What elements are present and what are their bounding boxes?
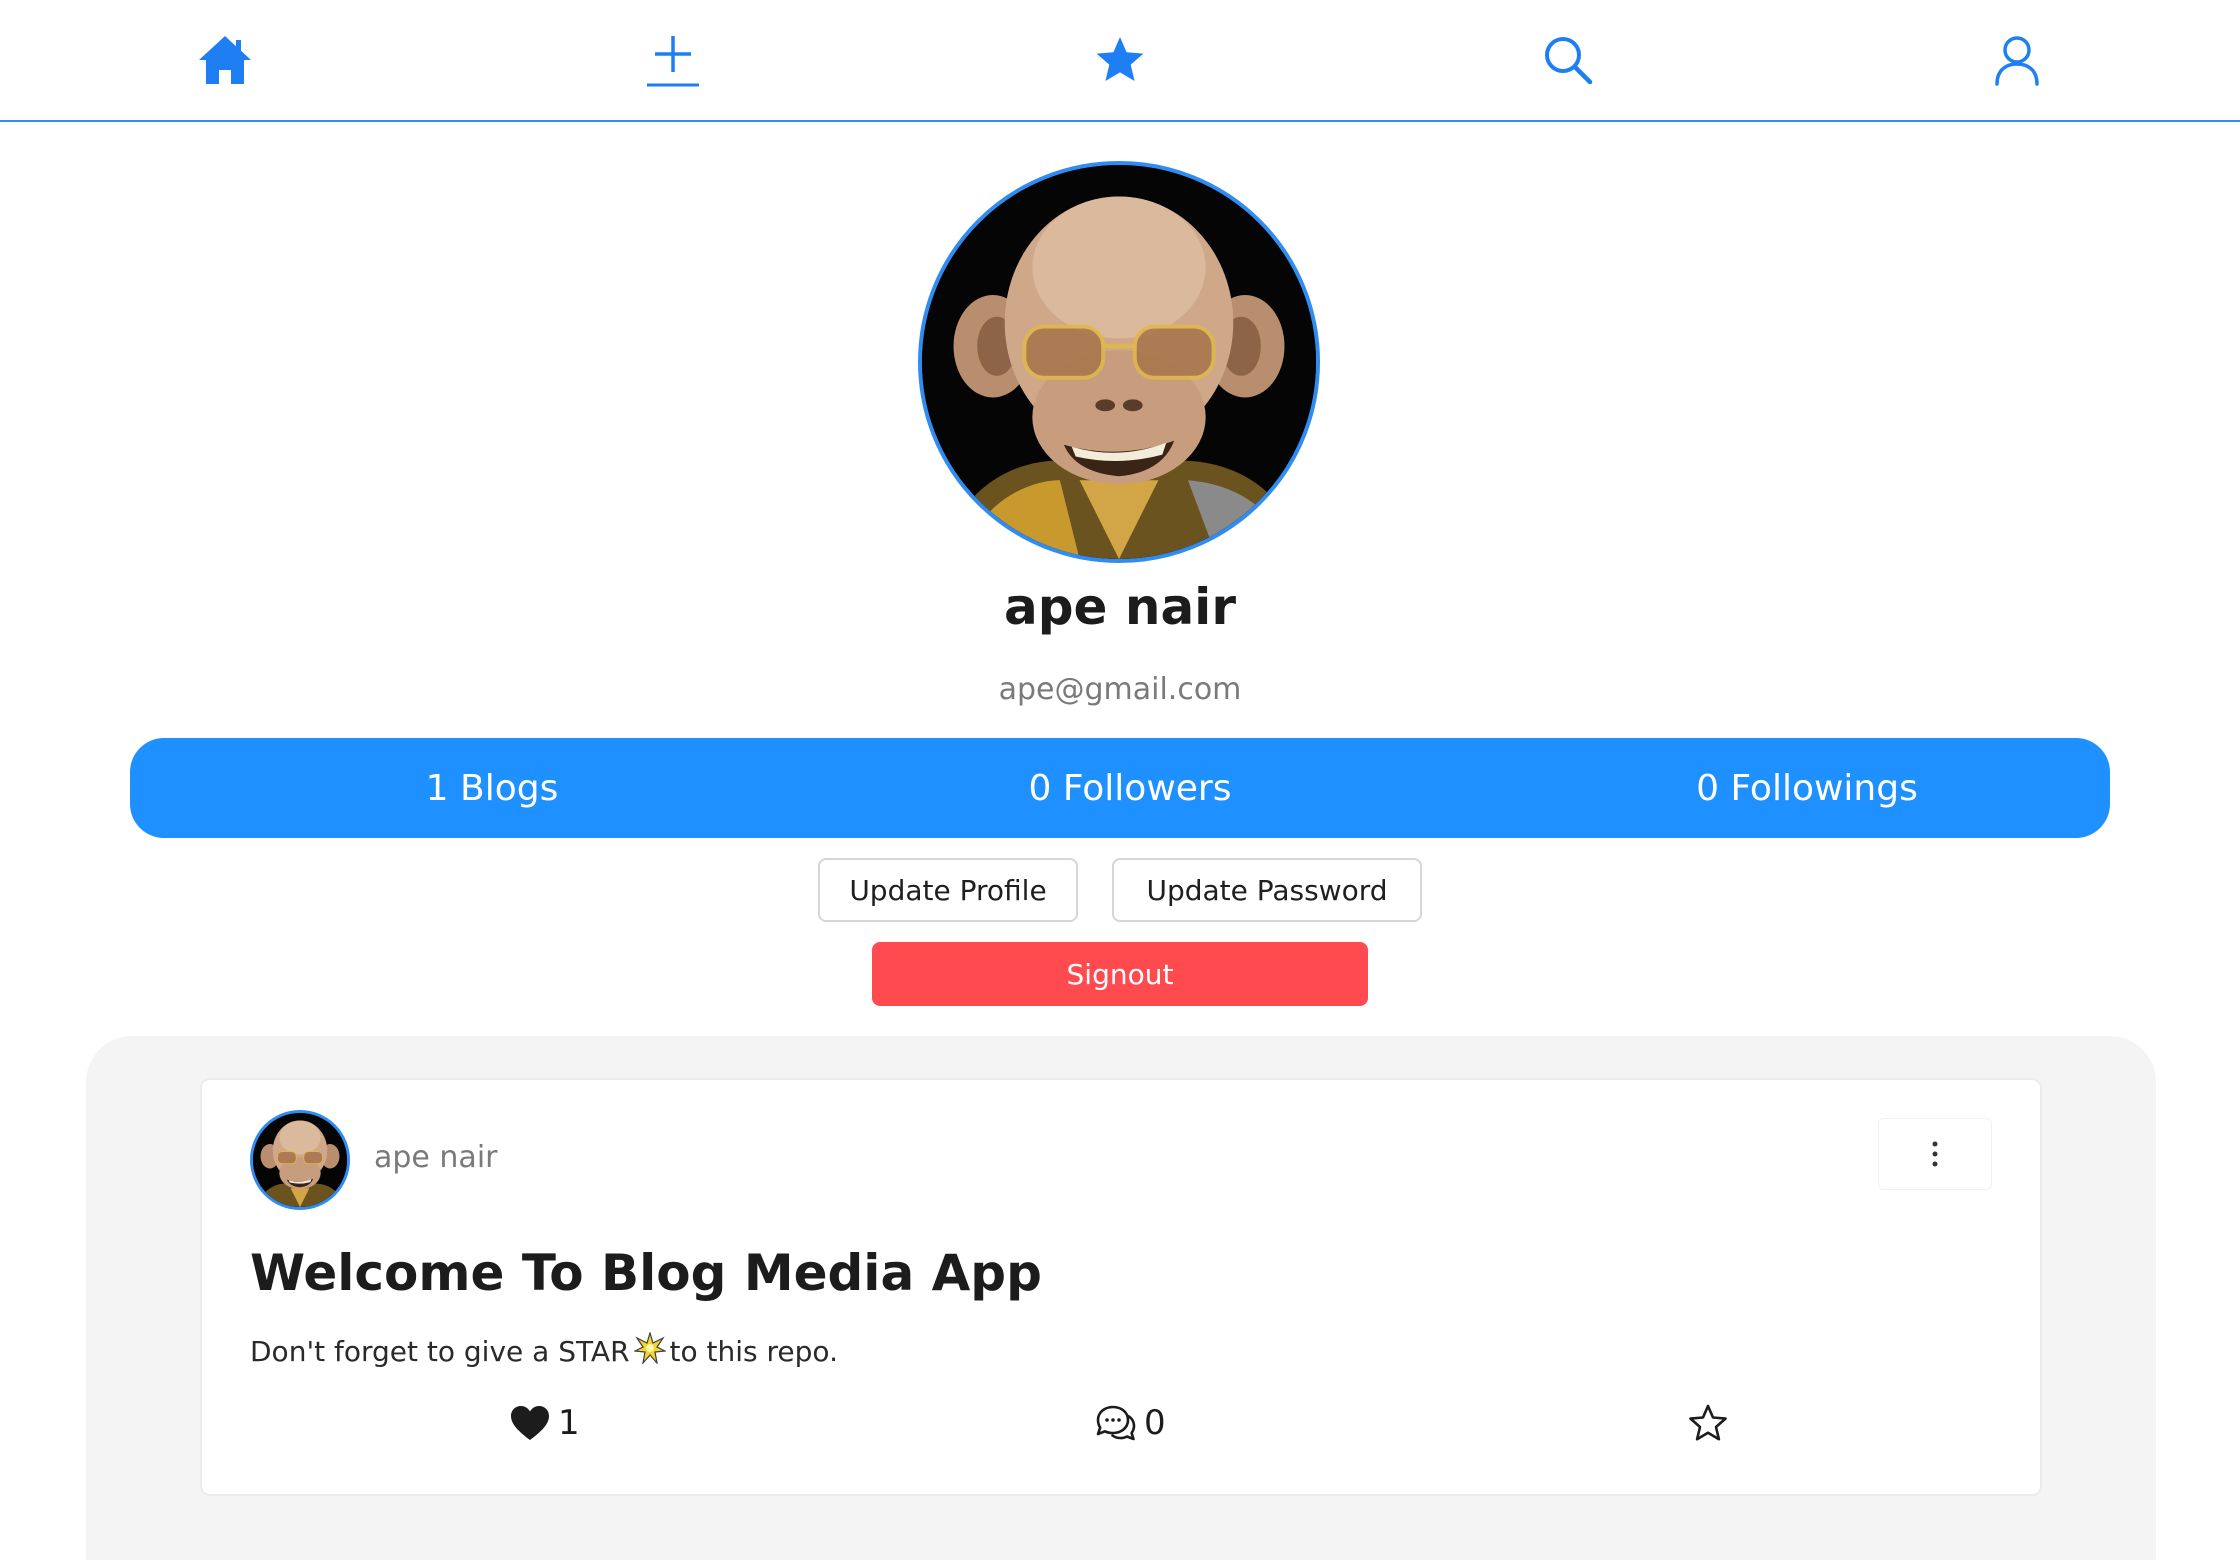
- star-outline-icon: [1689, 1404, 1727, 1441]
- post-author-avatar[interactable]: [250, 1110, 350, 1210]
- comment-button[interactable]: 0: [1094, 1398, 1166, 1448]
- stat-blogs[interactable]: 1 Blogs: [280, 738, 704, 838]
- profile-avatar: [918, 161, 1320, 563]
- nav-search[interactable]: [1536, 28, 1600, 92]
- profile-email: ape@gmail.com: [998, 672, 1242, 707]
- ape-avatar: [253, 1113, 347, 1207]
- sparkle-emoji: [632, 1330, 667, 1371]
- nav-home[interactable]: [193, 28, 257, 92]
- like-count: 1: [558, 1403, 580, 1443]
- user-icon: [1995, 36, 2039, 86]
- stat-blogs-label: 1 Blogs: [425, 767, 559, 809]
- post-author-name[interactable]: ape nair: [374, 1140, 498, 1175]
- nav-profile[interactable]: [1985, 28, 2049, 92]
- post-title[interactable]: Welcome To Blog Media App: [250, 1244, 1042, 1302]
- star-post-button[interactable]: [1688, 1398, 1728, 1448]
- comments-icon: [1096, 1405, 1136, 1441]
- stat-followers[interactable]: 0 Followers: [930, 738, 1330, 838]
- blog-feed: ape nair Welcome To Blog Media App Don't…: [86, 1036, 2156, 1560]
- post-card: ape nair Welcome To Blog Media App Don't…: [200, 1078, 2042, 1496]
- nav-create[interactable]: [641, 28, 705, 92]
- like-button[interactable]: 1: [510, 1398, 580, 1448]
- stats-bar: 1 Blogs 0 Followers 0 Followings: [130, 738, 2110, 838]
- nav-starred[interactable]: [1088, 28, 1152, 92]
- post-menu-button[interactable]: [1878, 1118, 1992, 1190]
- top-navigation: [0, 0, 2240, 122]
- post-body-text-start: Don't forget to give a STAR: [250, 1335, 630, 1368]
- heart-icon: [511, 1406, 549, 1440]
- search-icon: [1545, 37, 1593, 85]
- stat-followers-label: 0 Followers: [1028, 767, 1232, 809]
- update-profile-button[interactable]: Update Profile: [818, 858, 1078, 922]
- star-icon: [1096, 37, 1144, 81]
- stat-followings[interactable]: 0 Followings: [1570, 738, 2044, 838]
- more-vertical-icon: [1932, 1141, 1938, 1167]
- post-body-text-end: to this repo.: [669, 1335, 838, 1368]
- ape-avatar: [922, 165, 1316, 559]
- home-icon: [199, 36, 251, 84]
- signout-button[interactable]: Signout: [872, 942, 1368, 1006]
- plus-icon: [647, 36, 699, 87]
- post-body: Don't forget to give a STAR to this repo…: [250, 1330, 838, 1371]
- profile-name: ape nair: [1004, 578, 1236, 636]
- comment-count: 0: [1144, 1403, 1166, 1443]
- update-password-button[interactable]: Update Password: [1112, 858, 1422, 922]
- stat-followings-label: 0 Followings: [1696, 767, 1918, 809]
